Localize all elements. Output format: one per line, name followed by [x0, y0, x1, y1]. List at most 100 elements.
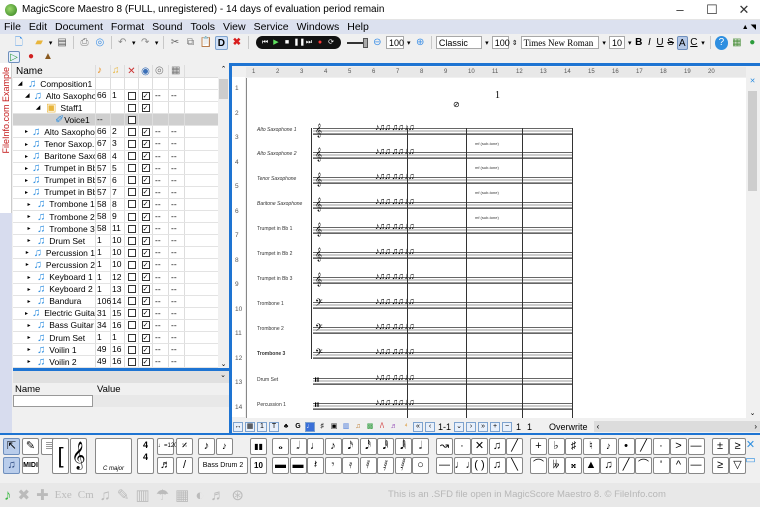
staff[interactable] — [313, 352, 573, 359]
palette-symbol-button[interactable]: ≥ — [711, 457, 729, 474]
mute-checkbox[interactable] — [127, 236, 136, 245]
notes-icon[interactable]: ♫ — [353, 422, 363, 432]
scrollbar-thumb[interactable] — [748, 91, 757, 191]
staff[interactable] — [313, 177, 573, 184]
zoom-out-icon[interactable]: ⊖ — [371, 36, 384, 50]
channel-cell[interactable]: 6 — [111, 174, 125, 186]
tree-row[interactable]: ▸ ♫ Trombone 3 58 11 ✓ -- -- — [13, 223, 218, 236]
expand-toggle-icon[interactable]: ◢ — [25, 92, 30, 99]
volume-cell[interactable]: -- — [169, 283, 185, 295]
expand-toggle-icon[interactable]: ▸ — [25, 322, 33, 329]
palette-symbol-button[interactable]: > — [670, 438, 687, 455]
palette-symbol-button[interactable]: 𝅀 — [359, 457, 377, 474]
layout-tab-icon[interactable]: ▦ — [175, 486, 189, 504]
patch-cell[interactable] — [96, 102, 111, 114]
open-dropdown-icon[interactable]: ▾ — [49, 39, 53, 47]
volume-cell[interactable]: -- — [169, 259, 185, 271]
tree-row[interactable]: ▸♫Trumpet in Bb 2576✓---- — [13, 174, 218, 187]
visible-checkbox[interactable]: ✓ — [141, 248, 150, 257]
eraser-tool-icon[interactable]: ✎ — [22, 438, 39, 455]
col-mute-icon[interactable]: ✕ — [125, 65, 139, 77]
pan-cell[interactable]: -- — [153, 295, 169, 307]
score-page[interactable]: 1 ⊘ Alto Saxophone 1 𝄞 ♪♫♫ ♫♫ ♪♫ mf (sub-to… — [246, 78, 746, 418]
mute-checkbox[interactable] — [127, 273, 136, 282]
vertical-ruler[interactable]: 1 2 3 4 5 6 7 8 9 10 11 12 13 14 — [232, 77, 245, 417]
mute-checkbox[interactable] — [127, 248, 136, 257]
palette-symbol-button[interactable]: ╱ — [635, 438, 652, 455]
tree-row[interactable]: ◢♫Alto Saxopho...661✓---- — [13, 90, 218, 103]
clef-icon[interactable]: 𝄞 — [70, 438, 87, 474]
menu-arrows-icon[interactable]: ▲ ◥ — [738, 23, 760, 31]
red-view-icon[interactable]: /\ — [377, 422, 387, 432]
stop-icon[interactable]: ■ — [283, 38, 292, 47]
channel-cell[interactable]: 13 — [111, 283, 125, 295]
tree-row[interactable]: ▸ ♫ Tenor Saxop... 67 3 ✓ -- -- — [13, 138, 218, 151]
mute-checkbox[interactable] — [127, 164, 136, 173]
visible-checkbox[interactable]: ✓ — [141, 297, 150, 306]
visible-checkbox[interactable]: ✓ — [141, 200, 150, 209]
palette-symbol-button[interactable]: ╱ — [617, 457, 635, 474]
channel-cell[interactable]: 4 — [111, 150, 125, 162]
palette-symbol-button[interactable]: ♩♩ — [453, 457, 477, 474]
redo-dropdown-icon[interactable]: ▾ — [155, 39, 159, 47]
staff[interactable] — [313, 277, 573, 284]
rewind-start-icon[interactable]: ⏮ — [261, 38, 270, 47]
zoom-dropdown-icon[interactable]: ▾ — [407, 39, 411, 47]
page-width-icon[interactable]: ↔ — [233, 421, 243, 432]
visible-checkbox[interactable]: ✓ — [141, 224, 150, 233]
undo-icon[interactable]: ↶ — [116, 36, 129, 50]
col-name[interactable]: Name — [13, 65, 96, 77]
channel-cell[interactable]: 15 — [111, 307, 125, 319]
visible-checkbox[interactable]: ✓ — [141, 236, 150, 245]
redo-icon[interactable]: ↷ — [138, 36, 151, 50]
forward-end-icon[interactable]: ⏭ — [305, 38, 314, 47]
print-preview-icon[interactable]: ◎ — [93, 36, 106, 50]
mute-checkbox[interactable] — [127, 333, 136, 342]
channel-cell[interactable]: 1 — [111, 90, 125, 102]
staff[interactable] — [313, 128, 573, 135]
mute-checkbox[interactable] — [127, 224, 136, 233]
g-icon[interactable]: G — [293, 422, 303, 432]
col-volume-icon[interactable]: ▦ — [169, 65, 185, 77]
bracket-icon[interactable]: [ — [52, 438, 69, 474]
expand-toggle-icon[interactable]: ▸ — [25, 274, 33, 281]
patch-cell[interactable]: 1 — [96, 271, 111, 283]
prev-measure-icon[interactable]: ‹ — [425, 421, 435, 432]
volume-cell[interactable]: -- — [169, 211, 185, 223]
pan-cell[interactable]: -- — [153, 331, 169, 344]
volume-cell[interactable] — [169, 114, 185, 126]
tree-row[interactable]: ▸ ♫ Percussion 2 1 10 ✓ -- -- — [13, 259, 218, 272]
palette-symbol-button[interactable]: ♫ — [488, 438, 506, 455]
patch-cell[interactable]: 67 — [96, 138, 111, 150]
palette-symbol-button[interactable]: ♮ — [582, 438, 600, 455]
visible-checkbox[interactable]: ✓ — [141, 140, 150, 149]
pan-cell[interactable]: -- — [153, 319, 169, 331]
mute-checkbox[interactable] — [127, 309, 136, 318]
pan-cell[interactable]: -- — [153, 186, 169, 198]
channel-cell[interactable]: 11 — [111, 223, 125, 235]
slash-icon[interactable]: / — [176, 457, 193, 474]
volume-cell[interactable]: -- — [169, 150, 185, 162]
mute-checkbox[interactable] — [127, 285, 136, 294]
visible-checkbox[interactable]: ✓ — [141, 176, 150, 185]
visible-checkbox[interactable]: ✓ — [141, 260, 150, 269]
channel-cell[interactable]: 16 — [111, 344, 125, 356]
pan-cell[interactable]: -- — [153, 211, 169, 223]
palette-symbol-button[interactable]: 𝅁 — [377, 457, 394, 474]
volume-cell[interactable]: -- — [169, 138, 185, 150]
cut-icon[interactable]: ✂ — [168, 36, 181, 50]
expand-toggle-icon[interactable]: ▸ — [25, 189, 28, 196]
pan-cell[interactable]: -- — [153, 356, 169, 368]
tree-row[interactable]: ✐ Voice1 -- — [13, 114, 218, 127]
palette-symbol-button[interactable]: 𝅂 — [394, 457, 412, 474]
palette-symbol-button[interactable]: 𝆔 — [600, 438, 617, 455]
channel-cell[interactable]: 9 — [111, 211, 125, 223]
volume-cell[interactable]: -- — [169, 90, 185, 102]
staff[interactable] — [313, 302, 573, 309]
midi-input-icon[interactable]: MIDI — [22, 457, 39, 474]
help-icon[interactable]: ? — [714, 35, 729, 50]
volume-cell[interactable]: -- — [169, 235, 185, 247]
copy-icon[interactable]: ⧉ — [184, 36, 197, 50]
text-view-icon[interactable]: T — [269, 421, 279, 432]
col-pan-icon[interactable]: ◎ — [153, 65, 169, 77]
